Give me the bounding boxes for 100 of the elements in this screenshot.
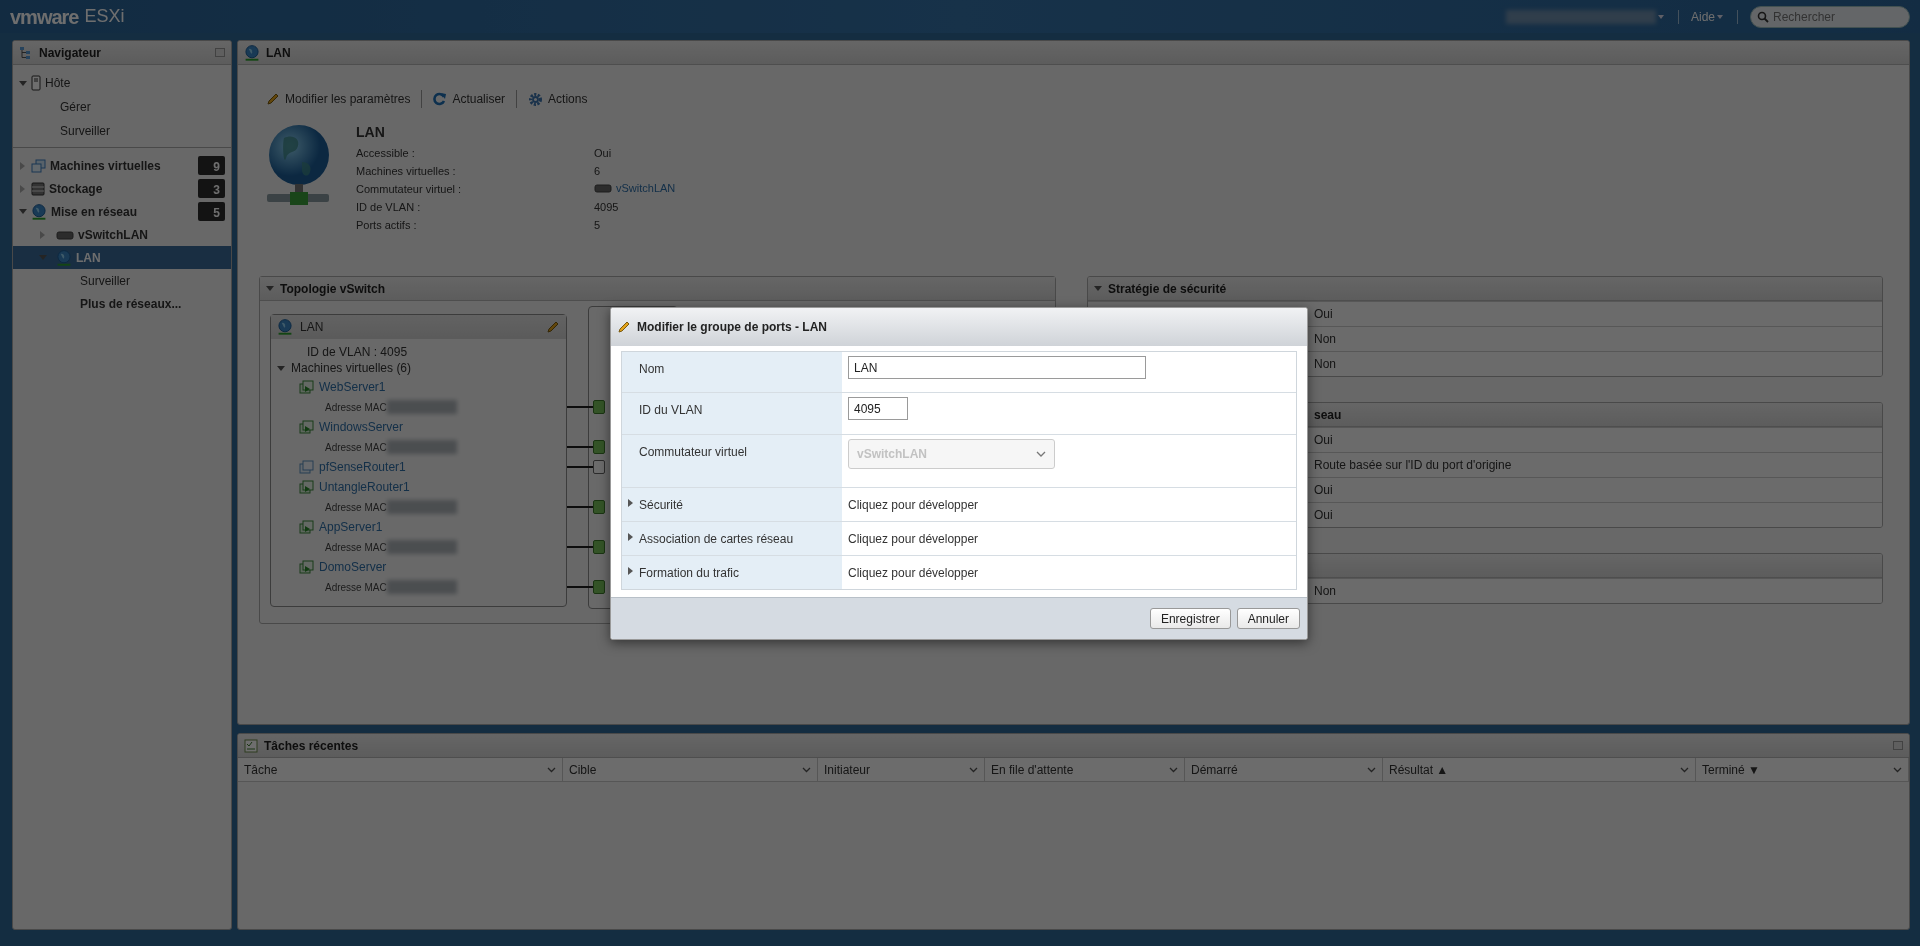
expand-link[interactable]: Cliquez pour développer xyxy=(848,530,979,548)
caret-icon[interactable] xyxy=(18,209,27,214)
summary-value: 6 xyxy=(594,164,601,177)
nav-item[interactable]: Surveiller xyxy=(13,269,231,292)
caret-icon[interactable] xyxy=(1094,286,1102,291)
maximize-icon[interactable] xyxy=(215,48,225,57)
maximize-icon[interactable] xyxy=(1893,741,1903,750)
vm-group-label: Machines virtuelles (6) xyxy=(291,360,412,377)
caret-icon[interactable] xyxy=(277,365,285,371)
vm-link[interactable]: WindowsServer xyxy=(319,418,404,436)
switch-icon xyxy=(594,183,612,194)
chevron-icon xyxy=(1169,766,1178,773)
vm-link[interactable]: AppServer1 xyxy=(319,518,383,536)
column-header[interactable]: Terminé ▼ xyxy=(1696,758,1909,781)
product-name: ESXi xyxy=(84,5,125,28)
caret-icon[interactable] xyxy=(628,533,633,541)
count-badge: 3 xyxy=(198,179,225,198)
panel-title: LAN xyxy=(266,44,291,62)
vm-icon xyxy=(299,459,314,475)
column-header[interactable]: Tâche xyxy=(238,758,563,781)
nav-item[interactable]: Gérer xyxy=(13,95,231,119)
count-badge: 9 xyxy=(198,156,225,175)
field-label: Sécurité xyxy=(639,497,684,514)
port-group-name: LAN xyxy=(300,319,324,336)
summary-label: Accessible : xyxy=(356,146,415,159)
nav-item[interactable]: Machines virtuelles 9 xyxy=(13,154,231,177)
blurred-mask xyxy=(386,440,457,454)
blurred-mask xyxy=(386,400,457,414)
mac-label: Adresse MAC xyxy=(325,400,387,415)
caret-icon[interactable] xyxy=(266,286,274,291)
switch-link[interactable]: vSwitchLAN xyxy=(594,180,676,197)
caret-icon[interactable] xyxy=(18,80,27,86)
pencil-icon xyxy=(617,320,631,334)
nav-item[interactable]: Hôte xyxy=(13,71,231,95)
blurred-mask xyxy=(386,500,457,514)
vm-icon xyxy=(299,479,314,495)
search-icon xyxy=(1757,10,1769,23)
vm-link[interactable]: WebServer1 xyxy=(319,378,386,396)
policy-value: Oui xyxy=(1314,306,1333,323)
column-header[interactable]: Cible xyxy=(563,758,818,781)
nav-item[interactable]: vSwitchLAN xyxy=(13,223,231,246)
caret-icon xyxy=(1655,12,1666,21)
help-menu[interactable]: Aide xyxy=(1690,7,1715,26)
tasks-icon xyxy=(244,738,258,753)
expand-link[interactable]: Cliquez pour développer xyxy=(848,564,979,582)
dialog-button[interactable]: Annuler xyxy=(1236,608,1300,629)
chevron-icon xyxy=(1680,766,1689,773)
nav-item[interactable]: Surveiller xyxy=(13,119,231,143)
nav-item[interactable]: Stockage 3 xyxy=(13,177,231,200)
input-field[interactable]: 4095 xyxy=(848,397,908,420)
blurred-mask xyxy=(386,580,457,594)
column-header[interactable]: Initiateur xyxy=(818,758,985,781)
summary-value: 5 xyxy=(594,218,601,231)
dialog-button[interactable]: Enregistrer xyxy=(1149,608,1231,629)
caret-icon xyxy=(1715,12,1725,21)
chevron-icon xyxy=(1893,766,1902,773)
summary-title: LAN xyxy=(356,123,386,142)
vm-icon xyxy=(299,559,314,575)
summary-label: Commutateur virtuel : xyxy=(356,182,462,195)
storage-icon xyxy=(31,181,45,196)
toolbar-button[interactable]: Actions xyxy=(528,90,588,108)
count-badge: 5 xyxy=(198,202,225,221)
panel-title: Navigateur xyxy=(39,44,102,62)
refresh-icon xyxy=(433,92,448,106)
chevron-icon xyxy=(1036,451,1046,457)
policy-value: Non xyxy=(1314,331,1336,348)
expand-link[interactable]: Cliquez pour développer xyxy=(848,496,979,514)
vm-link[interactable]: pfSenseRouter1 xyxy=(319,458,406,476)
summary-value: 4095 xyxy=(594,200,619,213)
switch-icon xyxy=(56,229,74,240)
policy-value: Oui xyxy=(1314,482,1333,499)
brand-logo: vmware xyxy=(10,4,79,30)
chevron-icon xyxy=(969,766,978,773)
virtual-machines-icon xyxy=(31,158,46,173)
policy-value: Oui xyxy=(1314,507,1333,524)
summary-label: Ports actifs : xyxy=(356,218,417,231)
caret-icon[interactable] xyxy=(628,499,633,507)
panel-title: seau xyxy=(1314,406,1342,424)
policy-value: Non xyxy=(1314,583,1336,600)
column-header[interactable]: En file d'attente xyxy=(985,758,1185,781)
toolbar-button[interactable]: Actualiser xyxy=(433,90,506,108)
globe-icon xyxy=(244,44,260,61)
pencil-icon[interactable] xyxy=(546,320,560,334)
caret-icon[interactable] xyxy=(628,567,633,575)
panel-title: Tâches récentes xyxy=(264,737,359,755)
toolbar-button[interactable]: Modifier les paramètres xyxy=(266,90,411,108)
panel-title: Stratégie de sécurité xyxy=(1108,280,1227,298)
column-header[interactable]: Résultat ▲ xyxy=(1383,758,1696,781)
vm-icon xyxy=(299,379,314,395)
globe-icon xyxy=(31,203,47,220)
nav-item[interactable]: Mise en réseau 5 xyxy=(13,200,231,223)
vm-link[interactable]: UntangleRouter1 xyxy=(319,478,410,496)
nav-item[interactable]: LAN xyxy=(13,246,231,269)
nav-item[interactable]: Plus de réseaux... xyxy=(13,292,231,315)
vm-link[interactable]: DomoServer xyxy=(319,558,387,576)
chevron-icon xyxy=(547,766,556,773)
policy-value: Oui xyxy=(1314,432,1333,449)
input-field[interactable]: LAN xyxy=(848,356,1146,379)
mac-label: Adresse MAC xyxy=(325,500,387,515)
column-header[interactable]: Démarré xyxy=(1185,758,1383,781)
